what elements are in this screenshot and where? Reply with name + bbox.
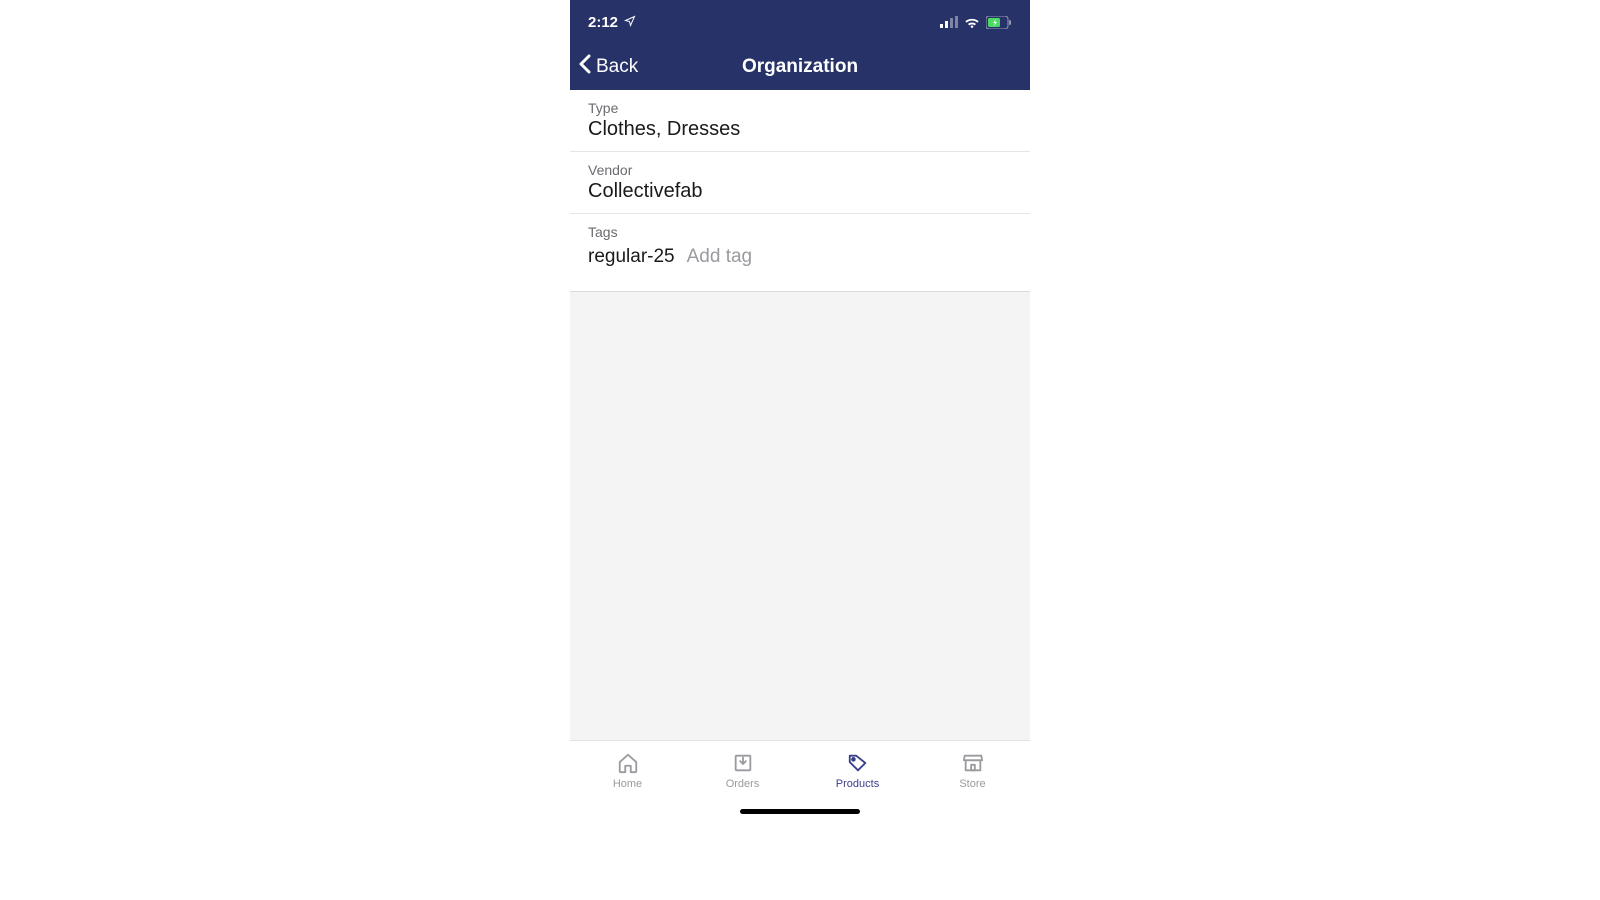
location-arrow-icon	[624, 14, 636, 31]
home-icon	[617, 752, 639, 774]
tag-chip[interactable]: regular-25	[588, 244, 675, 270]
tags-label: Tags	[588, 224, 1012, 240]
type-label: Type	[588, 100, 1012, 116]
status-bar: 2:12	[570, 0, 1030, 44]
nav-title: Organization	[742, 56, 858, 78]
empty-area	[570, 292, 1030, 740]
home-bar	[740, 809, 860, 814]
section-divider	[570, 282, 1030, 292]
nav-bar: Back Organization	[570, 44, 1030, 90]
tags-container: regular-25 Add tag	[588, 244, 1012, 270]
signal-icon	[940, 16, 958, 28]
tab-home-label: Home	[613, 778, 642, 790]
vendor-value: Collectivefab	[588, 180, 1012, 203]
type-value: Clothes, Dresses	[588, 118, 1012, 141]
chevron-left-icon	[578, 54, 592, 80]
status-time: 2:12	[588, 14, 618, 31]
status-left: 2:12	[588, 14, 636, 31]
battery-icon	[986, 16, 1012, 29]
vendor-field[interactable]: Vendor Collectivefab	[570, 152, 1030, 214]
type-field[interactable]: Type Clothes, Dresses	[570, 90, 1030, 152]
tab-bar: Home Orders Products Store	[570, 740, 1030, 802]
tab-orders[interactable]: Orders	[685, 752, 800, 790]
tab-store-label: Store	[959, 778, 985, 790]
home-indicator[interactable]	[570, 802, 1030, 820]
tab-products-label: Products	[836, 778, 879, 790]
vendor-label: Vendor	[588, 162, 1012, 178]
back-label: Back	[596, 56, 638, 78]
add-tag-input[interactable]: Add tag	[687, 246, 753, 268]
back-button[interactable]: Back	[578, 54, 638, 80]
phone-frame: 2:12 Back Organization Ty	[570, 0, 1030, 820]
store-icon	[962, 752, 984, 774]
status-right	[940, 16, 1012, 29]
content: Type Clothes, Dresses Vendor Collectivef…	[570, 90, 1030, 282]
tab-orders-label: Orders	[726, 778, 760, 790]
products-icon	[847, 752, 869, 774]
tags-field[interactable]: Tags regular-25 Add tag	[570, 214, 1030, 282]
orders-icon	[732, 752, 754, 774]
tab-store[interactable]: Store	[915, 752, 1030, 790]
wifi-icon	[964, 16, 980, 28]
tab-home[interactable]: Home	[570, 752, 685, 790]
tab-products[interactable]: Products	[800, 752, 915, 790]
